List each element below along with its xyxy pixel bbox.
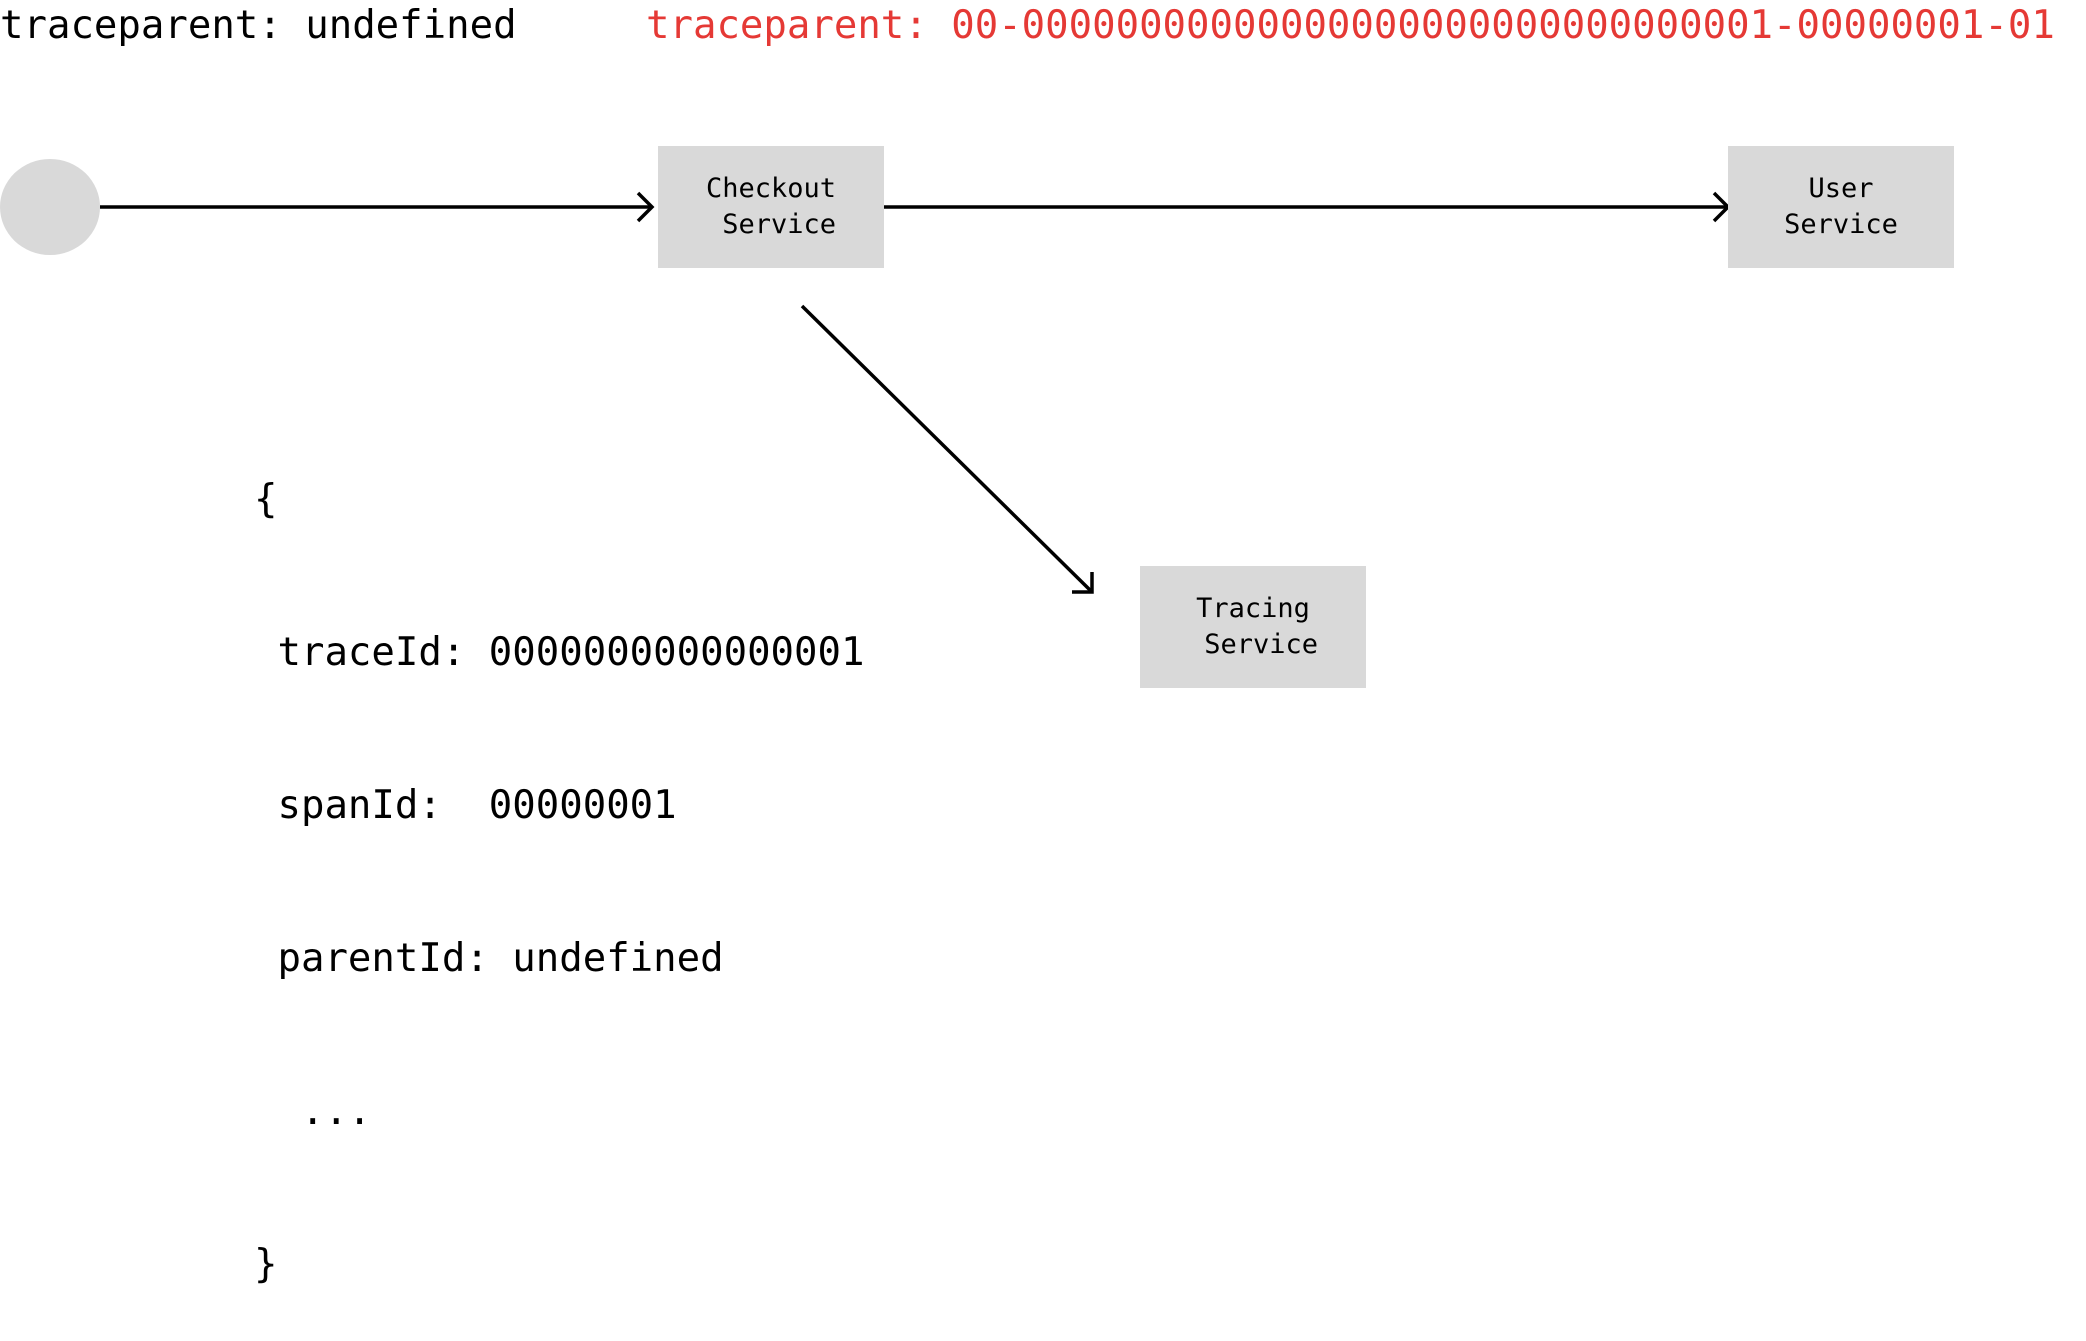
arrow-client-to-checkout bbox=[100, 191, 655, 223]
checkout-service-node: Checkout Service bbox=[658, 146, 884, 268]
user-service-node: User Service bbox=[1728, 146, 1954, 268]
span-ellipsis: ... bbox=[254, 1089, 372, 1134]
span-trace-id: traceId: 0000000000000001 bbox=[254, 630, 865, 675]
span-span-id: spanId: 00000001 bbox=[254, 783, 677, 828]
span-open-brace: { bbox=[254, 477, 278, 522]
tracing-service-node: Tracing Service bbox=[1140, 566, 1366, 688]
span-close-brace: } bbox=[254, 1242, 278, 1287]
arrow-checkout-to-user bbox=[884, 191, 1731, 223]
span-parent-id: parentId: undefined bbox=[254, 936, 724, 981]
client-node bbox=[0, 159, 100, 255]
span-object: { traceId: 0000000000000001 spanId: 0000… bbox=[254, 372, 864, 1341]
